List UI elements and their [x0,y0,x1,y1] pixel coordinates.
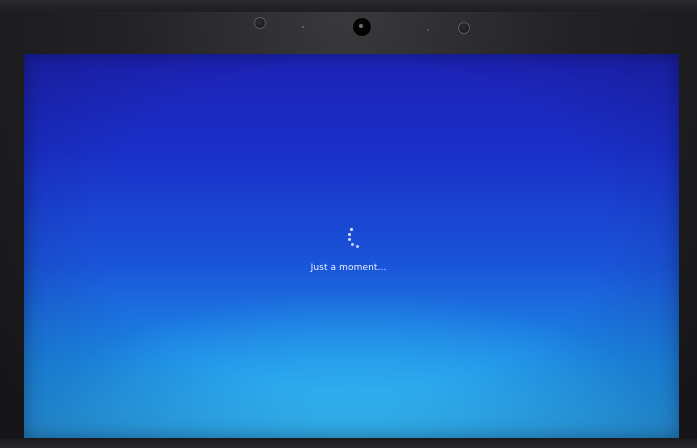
indicator-sensor-icon [458,22,470,34]
laptop-bezel: Just a moment... [0,0,697,448]
spinner-dot [348,233,351,236]
bezel-top-edge [0,0,697,12]
spinner-dot [348,238,351,241]
spinner-dot [351,243,354,246]
ambient-light-sensor-icon [254,17,266,29]
webcam-lens-glint [359,24,363,28]
status-message: Just a moment... [310,263,387,273]
loading-spinner-icon [340,226,364,250]
microphone-icon-right [427,29,429,31]
spinner-dot [350,228,353,231]
bezel-bottom-edge [0,438,697,448]
microphone-icon [302,26,304,28]
spinner-dot [356,245,359,248]
